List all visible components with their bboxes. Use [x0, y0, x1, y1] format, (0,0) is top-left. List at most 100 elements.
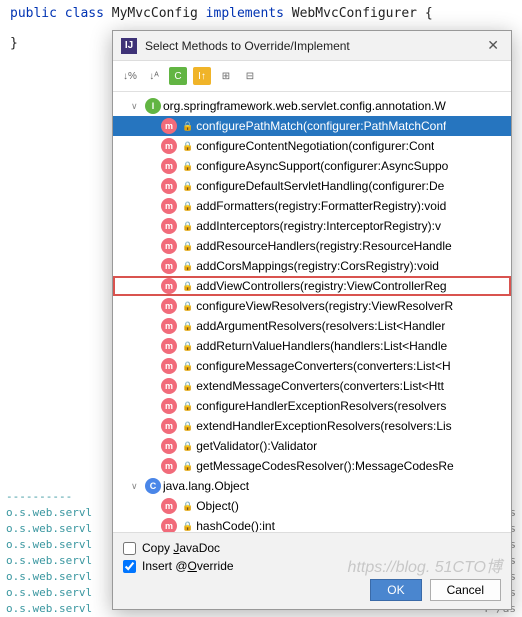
lock-icon: 🔒: [182, 261, 193, 272]
tree-item-label: extendMessageConverters(converters:List<…: [196, 379, 444, 393]
intellij-icon: IJ: [121, 38, 137, 54]
method-icon: m: [161, 278, 177, 294]
tree-item-label: configureDefaultServletHandling(configur…: [196, 179, 444, 193]
copy-javadoc-checkbox[interactable]: Copy JavaDoc: [123, 541, 501, 555]
method-item[interactable]: m 🔒addReturnValueHandlers(handlers:List<H…: [113, 336, 511, 356]
chevron-down-icon[interactable]: ∨: [131, 481, 143, 492]
method-item[interactable]: m 🔒configureHandlerExceptionResolvers(res…: [113, 396, 511, 416]
tree-item-label: java.lang.Object: [163, 479, 249, 493]
lock-icon: 🔒: [182, 421, 193, 432]
lock-icon: 🔒: [182, 461, 193, 472]
method-tree[interactable]: ∨Iorg.springframework.web.servlet.config…: [113, 92, 511, 532]
method-icon: m: [161, 238, 177, 254]
method-icon: m: [161, 218, 177, 234]
tree-item-label: getValidator():Validator: [196, 439, 317, 453]
tree-item-label: addArgumentResolvers(resolvers:List<Hand…: [196, 319, 445, 333]
method-item[interactable]: m 🔒addResourceHandlers(registry:ResourceH…: [113, 236, 511, 256]
lock-icon: 🔒: [182, 441, 193, 452]
sort-az-icon[interactable]: ↓ᴬ: [145, 67, 163, 85]
method-item[interactable]: m🔒configureDefaultServletHandling(config…: [113, 176, 511, 196]
method-icon: m: [161, 418, 177, 434]
method-item[interactable]: m 🔒addInterceptors(registry:InterceptorRe…: [113, 216, 511, 236]
dialog-footer: Copy JavaDoc Insert @Override OK Cancel: [113, 532, 511, 609]
tree-item-label: getMessageCodesResolver():MessageCodesRe: [196, 459, 453, 473]
tree-root-interface[interactable]: ∨Iorg.springframework.web.servlet.config…: [113, 96, 511, 116]
tree-item-label: configureHandlerExceptionResolvers(resol…: [196, 399, 446, 413]
ok-button[interactable]: OK: [370, 579, 421, 601]
tree-item-label: extendHandlerExceptionResolvers(resolver…: [196, 419, 451, 433]
method-icon: m: [161, 198, 177, 214]
method-icon: m: [161, 438, 177, 454]
method-item[interactable]: m🔒addArgumentResolvers(resolvers:List<Ha…: [113, 316, 511, 336]
tree-item-label: configureViewResolvers(registry:ViewReso…: [196, 299, 453, 313]
tree-root-class[interactable]: ∨Cjava.lang.Object: [113, 476, 511, 496]
method-item[interactable]: m 🔒extendMessageConverters(converters:Lis…: [113, 376, 511, 396]
tree-item-label: hashCode():int: [196, 519, 275, 532]
method-icon: m: [161, 498, 177, 514]
lock-icon: 🔒: [182, 501, 193, 512]
method-item[interactable]: m 🔒configurePathMatch(configurer:PathMatc…: [113, 116, 511, 136]
method-item[interactable]: m🔒addViewControllers(registry:ViewContro…: [113, 276, 511, 296]
show-class-icon[interactable]: C: [169, 67, 187, 85]
collapse-all-icon[interactable]: ⊟: [241, 67, 259, 85]
method-item[interactable]: m 🔒addFormatters(registry:FormatterRegist…: [113, 196, 511, 216]
tree-item-label: org.springframework.web.servlet.config.a…: [163, 99, 446, 113]
sort-down-icon[interactable]: ↓%: [121, 67, 139, 85]
method-item[interactable]: m 🔒configureContentNegotiation(configurer…: [113, 136, 511, 156]
method-item[interactable]: m 🔒getValidator():Validator: [113, 436, 511, 456]
lock-icon: 🔒: [182, 301, 193, 312]
tree-item-label: addResourceHandlers(registry:ResourceHan…: [196, 239, 451, 253]
method-icon: m: [161, 338, 177, 354]
method-item[interactable]: m 🔒configureMessageConverters(converters:…: [113, 356, 511, 376]
method-icon: m: [161, 118, 177, 134]
override-dialog: IJ Select Methods to Override/Implement …: [112, 30, 512, 610]
method-item[interactable]: m🔒configureAsyncSupport(configurer:Async…: [113, 156, 511, 176]
dialog-toolbar: ↓% ↓ᴬ C I↑ ⊞ ⊟: [113, 61, 511, 92]
method-icon: m: [161, 138, 177, 154]
method-icon: m: [161, 378, 177, 394]
class-icon: C: [145, 478, 161, 494]
method-icon: m: [161, 298, 177, 314]
chevron-down-icon[interactable]: ∨: [131, 101, 143, 112]
method-icon: m: [161, 398, 177, 414]
show-interface-icon[interactable]: I↑: [193, 67, 211, 85]
method-icon: m: [161, 358, 177, 374]
method-item[interactable]: m 🔒getMessageCodesResolver():MessageCodes…: [113, 456, 511, 476]
lock-icon: 🔒: [182, 121, 193, 132]
method-icon: m: [161, 178, 177, 194]
lock-icon: 🔒: [182, 221, 193, 232]
method-item[interactable]: m 🔒hashCode():int: [113, 516, 511, 532]
lock-icon: 🔒: [182, 241, 193, 252]
method-item[interactable]: m 🔒extendHandlerExceptionResolvers(resolv…: [113, 416, 511, 436]
tree-item-label: configureContentNegotiation(configurer:C…: [196, 139, 434, 153]
method-icon: m: [161, 458, 177, 474]
lock-icon: 🔒: [182, 381, 193, 392]
lock-icon: 🔒: [182, 141, 193, 152]
lock-icon: 🔒: [182, 521, 193, 532]
tree-item-label: addInterceptors(registry:InterceptorRegi…: [196, 219, 441, 233]
close-icon[interactable]: ✕: [483, 37, 503, 54]
tree-item-label: addFormatters(registry:FormatterRegistry…: [196, 199, 446, 213]
expand-all-icon[interactable]: ⊞: [217, 67, 235, 85]
method-icon: m: [161, 318, 177, 334]
dialog-titlebar: IJ Select Methods to Override/Implement …: [113, 31, 511, 61]
cancel-button[interactable]: Cancel: [430, 579, 501, 601]
interface-icon: I: [145, 98, 161, 114]
tree-item-label: addReturnValueHandlers(handlers:List<Han…: [196, 339, 447, 353]
lock-icon: 🔒: [182, 361, 193, 372]
tree-item-label: configureAsyncSupport(configurer:AsyncSu…: [196, 159, 448, 173]
method-icon: m: [161, 518, 177, 532]
tree-item-label: addCorsMappings(registry:CorsRegistry):v…: [196, 259, 439, 273]
tree-item-label: configurePathMatch(configurer:PathMatchC…: [196, 119, 446, 133]
method-item[interactable]: m 🔒configureViewResolvers(registry:ViewRe…: [113, 296, 511, 316]
tree-item-label: configureMessageConverters(converters:Li…: [196, 359, 450, 373]
method-item[interactable]: m 🔒Object(): [113, 496, 511, 516]
insert-override-checkbox[interactable]: Insert @Override: [123, 559, 501, 573]
lock-icon: 🔒: [182, 201, 193, 212]
tree-item-label: Object(): [196, 499, 239, 513]
method-icon: m: [161, 258, 177, 274]
method-icon: m: [161, 158, 177, 174]
lock-icon: 🔒: [182, 341, 193, 352]
method-item[interactable]: m 🔒addCorsMappings(registry:CorsRegistry)…: [113, 256, 511, 276]
lock-icon: 🔒: [182, 401, 193, 412]
